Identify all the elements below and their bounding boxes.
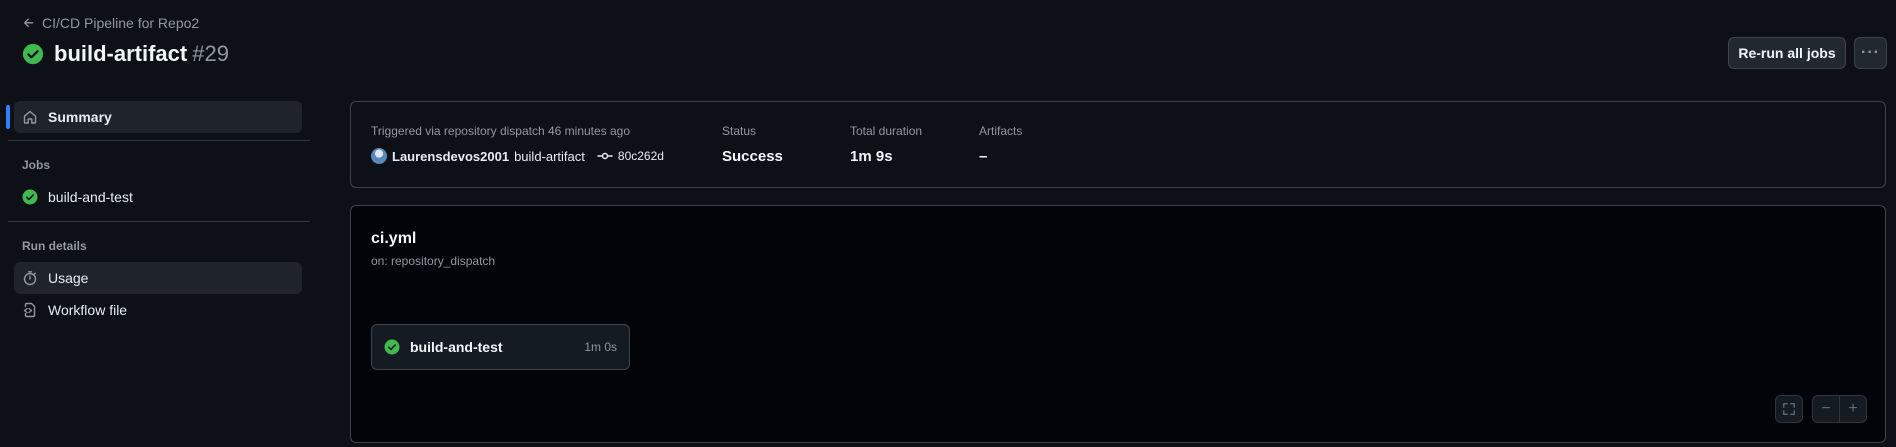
sidebar-item-usage[interactable]: Usage [14, 262, 302, 294]
sidebar-divider [8, 140, 310, 141]
workflow-trigger: on: repository_dispatch [371, 254, 496, 268]
home-icon [23, 110, 37, 124]
avatar[interactable] [371, 148, 387, 164]
run-title: build-artifact [54, 41, 188, 66]
git-commit-icon [597, 152, 613, 160]
artifacts-value: – [979, 148, 988, 165]
status-value: Success [722, 148, 783, 165]
sidebar-item-build-and-test[interactable]: build-and-test [14, 181, 302, 213]
more-options-button[interactable]: ··· [1854, 37, 1887, 69]
check-circle-icon [22, 43, 44, 65]
duration-label: Total duration [850, 124, 923, 138]
active-indicator [6, 105, 10, 129]
commit-sha-link[interactable]: 80c262d [618, 149, 664, 163]
trigger-details: Laurensdevos2001 build-artifact 80c262d [371, 148, 664, 164]
workflow-name: ci.yml [371, 230, 417, 247]
page-title: build-artifact #29 [22, 41, 229, 67]
zoom-in-button[interactable]: + [1839, 395, 1867, 423]
arrow-left-icon [23, 18, 34, 28]
stopwatch-icon [23, 271, 37, 286]
job-node-build-and-test[interactable]: build-and-test 1m 0s [371, 324, 630, 370]
file-code-icon [23, 302, 36, 318]
jobs-heading: Jobs [22, 158, 51, 172]
sidebar-item-workflow-file[interactable]: Workflow file [14, 294, 302, 326]
branch-name: build-artifact [514, 148, 585, 164]
sidebar-item-label: build-and-test [48, 189, 133, 205]
status-label: Status [722, 124, 757, 138]
sidebar-divider [8, 221, 310, 222]
back-link-label: CI/CD Pipeline for Repo2 [42, 15, 200, 31]
sidebar-item-label: Usage [48, 270, 89, 286]
fullscreen-button[interactable] [1775, 395, 1803, 423]
job-name: build-and-test [410, 339, 503, 355]
run-summary-card [350, 101, 1886, 188]
sidebar-item-label: Summary [48, 109, 112, 125]
check-circle-icon [384, 339, 400, 355]
duration-value: 1m 9s [850, 148, 893, 165]
trigger-label: Triggered via repository dispatch 46 min… [371, 124, 631, 138]
back-link[interactable]: CI/CD Pipeline for Repo2 [22, 15, 199, 31]
artifacts-label: Artifacts [979, 124, 1023, 138]
rerun-all-jobs-button[interactable]: Re-run all jobs [1728, 37, 1846, 69]
job-duration: 1m 0s [584, 340, 617, 354]
sidebar-item-summary[interactable]: Summary [14, 101, 302, 133]
sidebar-item-label: Workflow file [48, 302, 128, 318]
fullscreen-icon [1783, 403, 1795, 415]
check-circle-icon [22, 189, 38, 205]
actor-link[interactable]: Laurensdevos2001 [392, 149, 509, 164]
zoom-out-button[interactable]: − [1812, 395, 1840, 423]
run-details-heading: Run details [22, 239, 87, 253]
run-number: #29 [192, 41, 229, 66]
